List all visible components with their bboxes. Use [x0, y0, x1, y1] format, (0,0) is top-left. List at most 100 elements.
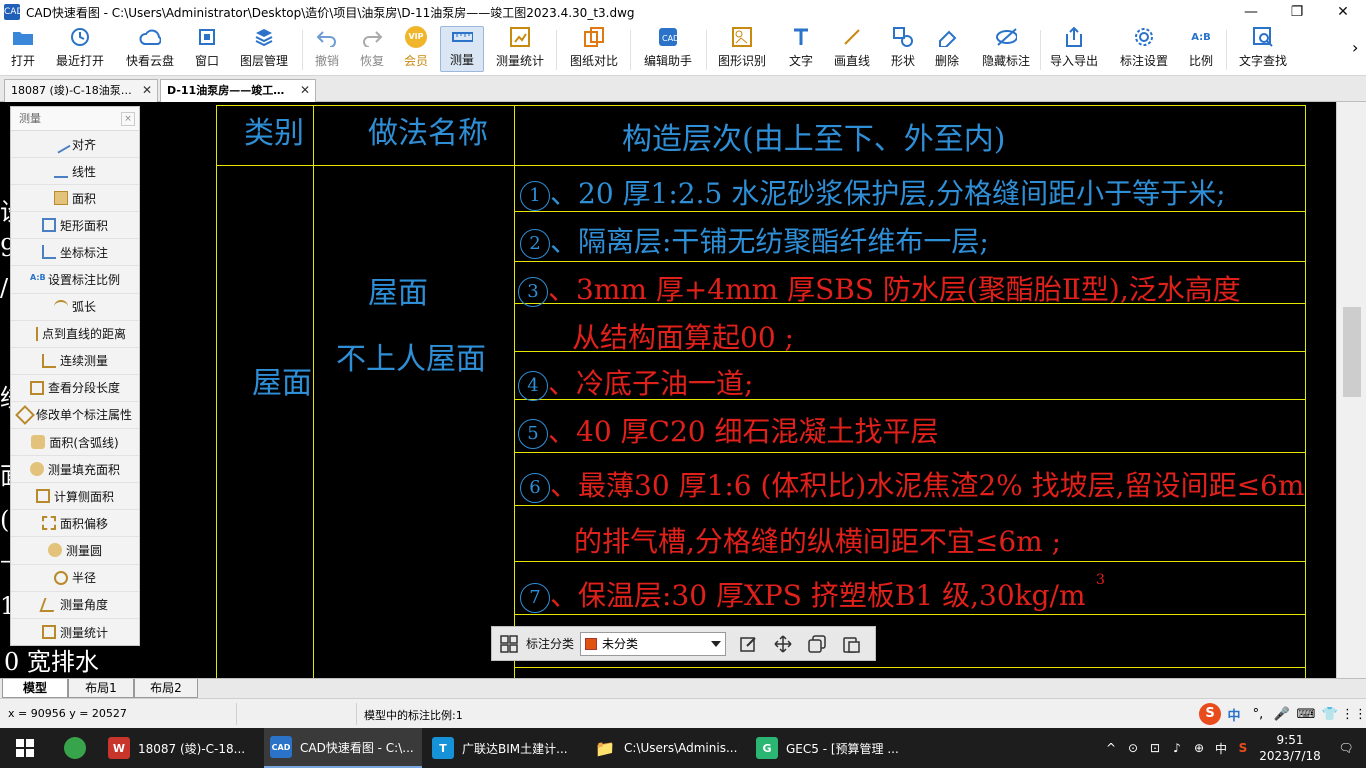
volume-icon[interactable]: ♪	[1166, 728, 1188, 768]
annotation-setting-button[interactable]: 标注设置	[1116, 26, 1172, 72]
offset-icon	[41, 516, 56, 531]
tray-expand-icon[interactable]: ^	[1100, 728, 1122, 768]
recent-button[interactable]: 最近打开	[52, 26, 108, 72]
undo-button[interactable]: 撤销	[310, 26, 344, 72]
maximize-button[interactable]: ❐	[1274, 0, 1320, 24]
measure-button[interactable]: 测量	[440, 26, 484, 72]
vip-button[interactable]: VIP 会员	[399, 26, 433, 72]
measure-rect-area[interactable]: 矩形面积	[11, 212, 139, 240]
layer-row-2: 2 、隔离层:干铺无纺聚酯纤维布一层;	[520, 220, 989, 260]
measure-radius[interactable]: 半径	[11, 565, 139, 592]
measure-circle[interactable]: 测量圆	[11, 537, 139, 565]
ime-lang[interactable]: 中	[1222, 702, 1246, 726]
shape-recognize-button[interactable]: 图形识别	[714, 26, 770, 72]
microphone-icon[interactable]: 🎤	[1270, 702, 1294, 726]
measure-continuous[interactable]: 连续测量	[11, 348, 139, 375]
browser-button[interactable]	[52, 728, 98, 768]
minimize-button[interactable]: —	[1228, 0, 1274, 24]
ruler-icon	[451, 27, 473, 47]
shape-icon	[892, 26, 914, 48]
glodon-icon: T	[432, 737, 454, 759]
measure-statistics[interactable]: 测量统计	[11, 619, 139, 646]
measure-arc[interactable]: 弧长	[11, 294, 139, 321]
tab-layout2[interactable]: 布局2	[134, 679, 198, 698]
open-button[interactable]: 打开	[2, 26, 44, 72]
taskbar-item-gec[interactable]: G GEC5 - [预算管理 ...	[750, 728, 908, 768]
import-export-button[interactable]: 导入导出	[1046, 26, 1102, 72]
keyboard-icon[interactable]: ⌨	[1294, 702, 1318, 726]
measure-edit-single[interactable]: 修改单个标注属性	[11, 402, 139, 430]
taskbar-item-glodon[interactable]: T 广联达BIM土建计...	[426, 728, 584, 768]
sogou-icon[interactable]: S	[1198, 702, 1222, 726]
hide-annotation-button[interactable]: 隐藏标注	[978, 26, 1034, 72]
vertical-scrollbar[interactable]	[1336, 102, 1366, 678]
measure-coord[interactable]: 坐标标注	[11, 239, 139, 267]
statistics-icon	[41, 625, 56, 640]
edit-icon[interactable]	[740, 635, 758, 653]
document-tabs: 18087 (竣)-C-18油泵… ✕ D-11油泵房——竣工… ✕	[0, 76, 1366, 102]
measure-linear[interactable]: 线性	[11, 158, 139, 186]
measure-area[interactable]: 面积	[11, 185, 139, 213]
measure-point-line[interactable]: 点到直线的距离	[11, 321, 139, 348]
main-toolbar: 打开 最近打开 快看云盘 窗口 图层管理 撤销 恢复 VIP 会员 测量 测量统…	[0, 24, 1366, 76]
hide-icon	[995, 26, 1017, 48]
measure-segment[interactable]: 查看分段长度	[11, 375, 139, 402]
measure-angle[interactable]: 测量角度	[11, 592, 139, 619]
ratio-button[interactable]: A:B 比例	[1184, 26, 1218, 72]
cloud-button[interactable]: 快看云盘	[122, 26, 178, 72]
notification-icon[interactable]: 🗨	[1326, 728, 1366, 768]
measure-side-area[interactable]: 计算侧面积	[11, 483, 139, 511]
measure-area-arc[interactable]: 面积(含弧线)	[11, 429, 139, 457]
copy-icon[interactable]	[808, 634, 826, 653]
sogou-tray-icon[interactable]: S	[1232, 728, 1254, 768]
arc-icon	[53, 299, 68, 314]
tab-document-2[interactable]: D-11油泵房——竣工… ✕	[160, 79, 316, 102]
shape-button[interactable]: 形状	[886, 26, 920, 72]
layer-row-7: 7 、保温层:30 厚XPS 挤塑板B1 级,30kg/m	[520, 574, 1086, 614]
superscript: 3	[1096, 572, 1105, 588]
measure-set-scale[interactable]: A:B 设置标注比例	[11, 266, 139, 294]
close-button[interactable]: ✕	[1320, 0, 1366, 24]
measure-stat-button[interactable]: 测量统计	[492, 26, 548, 72]
move-icon[interactable]	[774, 634, 792, 653]
text-find-button[interactable]: 文字查找	[1234, 26, 1292, 72]
redo-button[interactable]: 恢复	[355, 26, 389, 72]
panel-close-icon[interactable]: ×	[121, 112, 135, 126]
layer-button[interactable]: 图层管理	[236, 26, 292, 72]
text-button[interactable]: 文字	[784, 26, 818, 72]
toolbar-more-icon[interactable]: ›	[1352, 38, 1358, 57]
grid-icon[interactable]	[500, 634, 518, 653]
tab-layout1[interactable]: 布局1	[68, 679, 134, 698]
input-lang-icon[interactable]: 中	[1210, 728, 1232, 768]
fill-area-icon	[29, 462, 44, 477]
display-icon[interactable]: ⊡	[1144, 728, 1166, 768]
tray-app-icon[interactable]: ⊙	[1122, 728, 1144, 768]
measure-align[interactable]: 对齐	[11, 131, 139, 159]
paste-icon[interactable]	[842, 635, 860, 653]
clock[interactable]: 9:51 2023/7/18	[1254, 732, 1326, 764]
tab-close-icon[interactable]: ✕	[142, 80, 152, 101]
skin-icon[interactable]: 👕	[1318, 702, 1342, 726]
tab-close-icon[interactable]: ✕	[300, 80, 310, 101]
tab-document-1[interactable]: 18087 (竣)-C-18油泵… ✕	[4, 79, 158, 102]
measure-area-offset[interactable]: 面积偏移	[11, 510, 139, 538]
taskbar-item-wps[interactable]: W 18087 (竣)-C-18...	[102, 728, 260, 768]
drawing-canvas[interactable]: 设 9 / 绞 面 ( — 1 0 宽排水 类别 做法名称 构造层次(由上至下、…	[0, 102, 1336, 678]
window-button[interactable]: 窗口	[190, 26, 224, 72]
network-icon[interactable]: ⊕	[1188, 728, 1210, 768]
linear-icon	[53, 164, 68, 179]
measure-fill-area[interactable]: 测量填充面积	[11, 456, 139, 484]
edit-assistant-button[interactable]: CAD 编辑助手	[640, 26, 696, 72]
taskbar: W 18087 (竣)-C-18... CAD CAD快速看图 - C:\...…	[0, 728, 1366, 768]
tab-model[interactable]: 模型	[2, 679, 68, 698]
taskbar-item-cad[interactable]: CAD CAD快速看图 - C:\...	[264, 728, 422, 768]
line-button[interactable]: 画直线	[830, 26, 874, 72]
compare-button[interactable]: 图纸对比	[566, 26, 622, 72]
annotation-category-select[interactable]: 未分类	[580, 631, 727, 656]
start-button[interactable]	[0, 728, 50, 768]
menu-icon[interactable]: ⋮⋮	[1341, 702, 1366, 726]
delete-button[interactable]: 删除	[930, 26, 964, 72]
punctuation-icon[interactable]: °,	[1246, 702, 1270, 726]
taskbar-item-explorer[interactable]: 📁 C:\Users\Adminis...	[588, 728, 746, 768]
gec-icon: G	[756, 737, 778, 759]
